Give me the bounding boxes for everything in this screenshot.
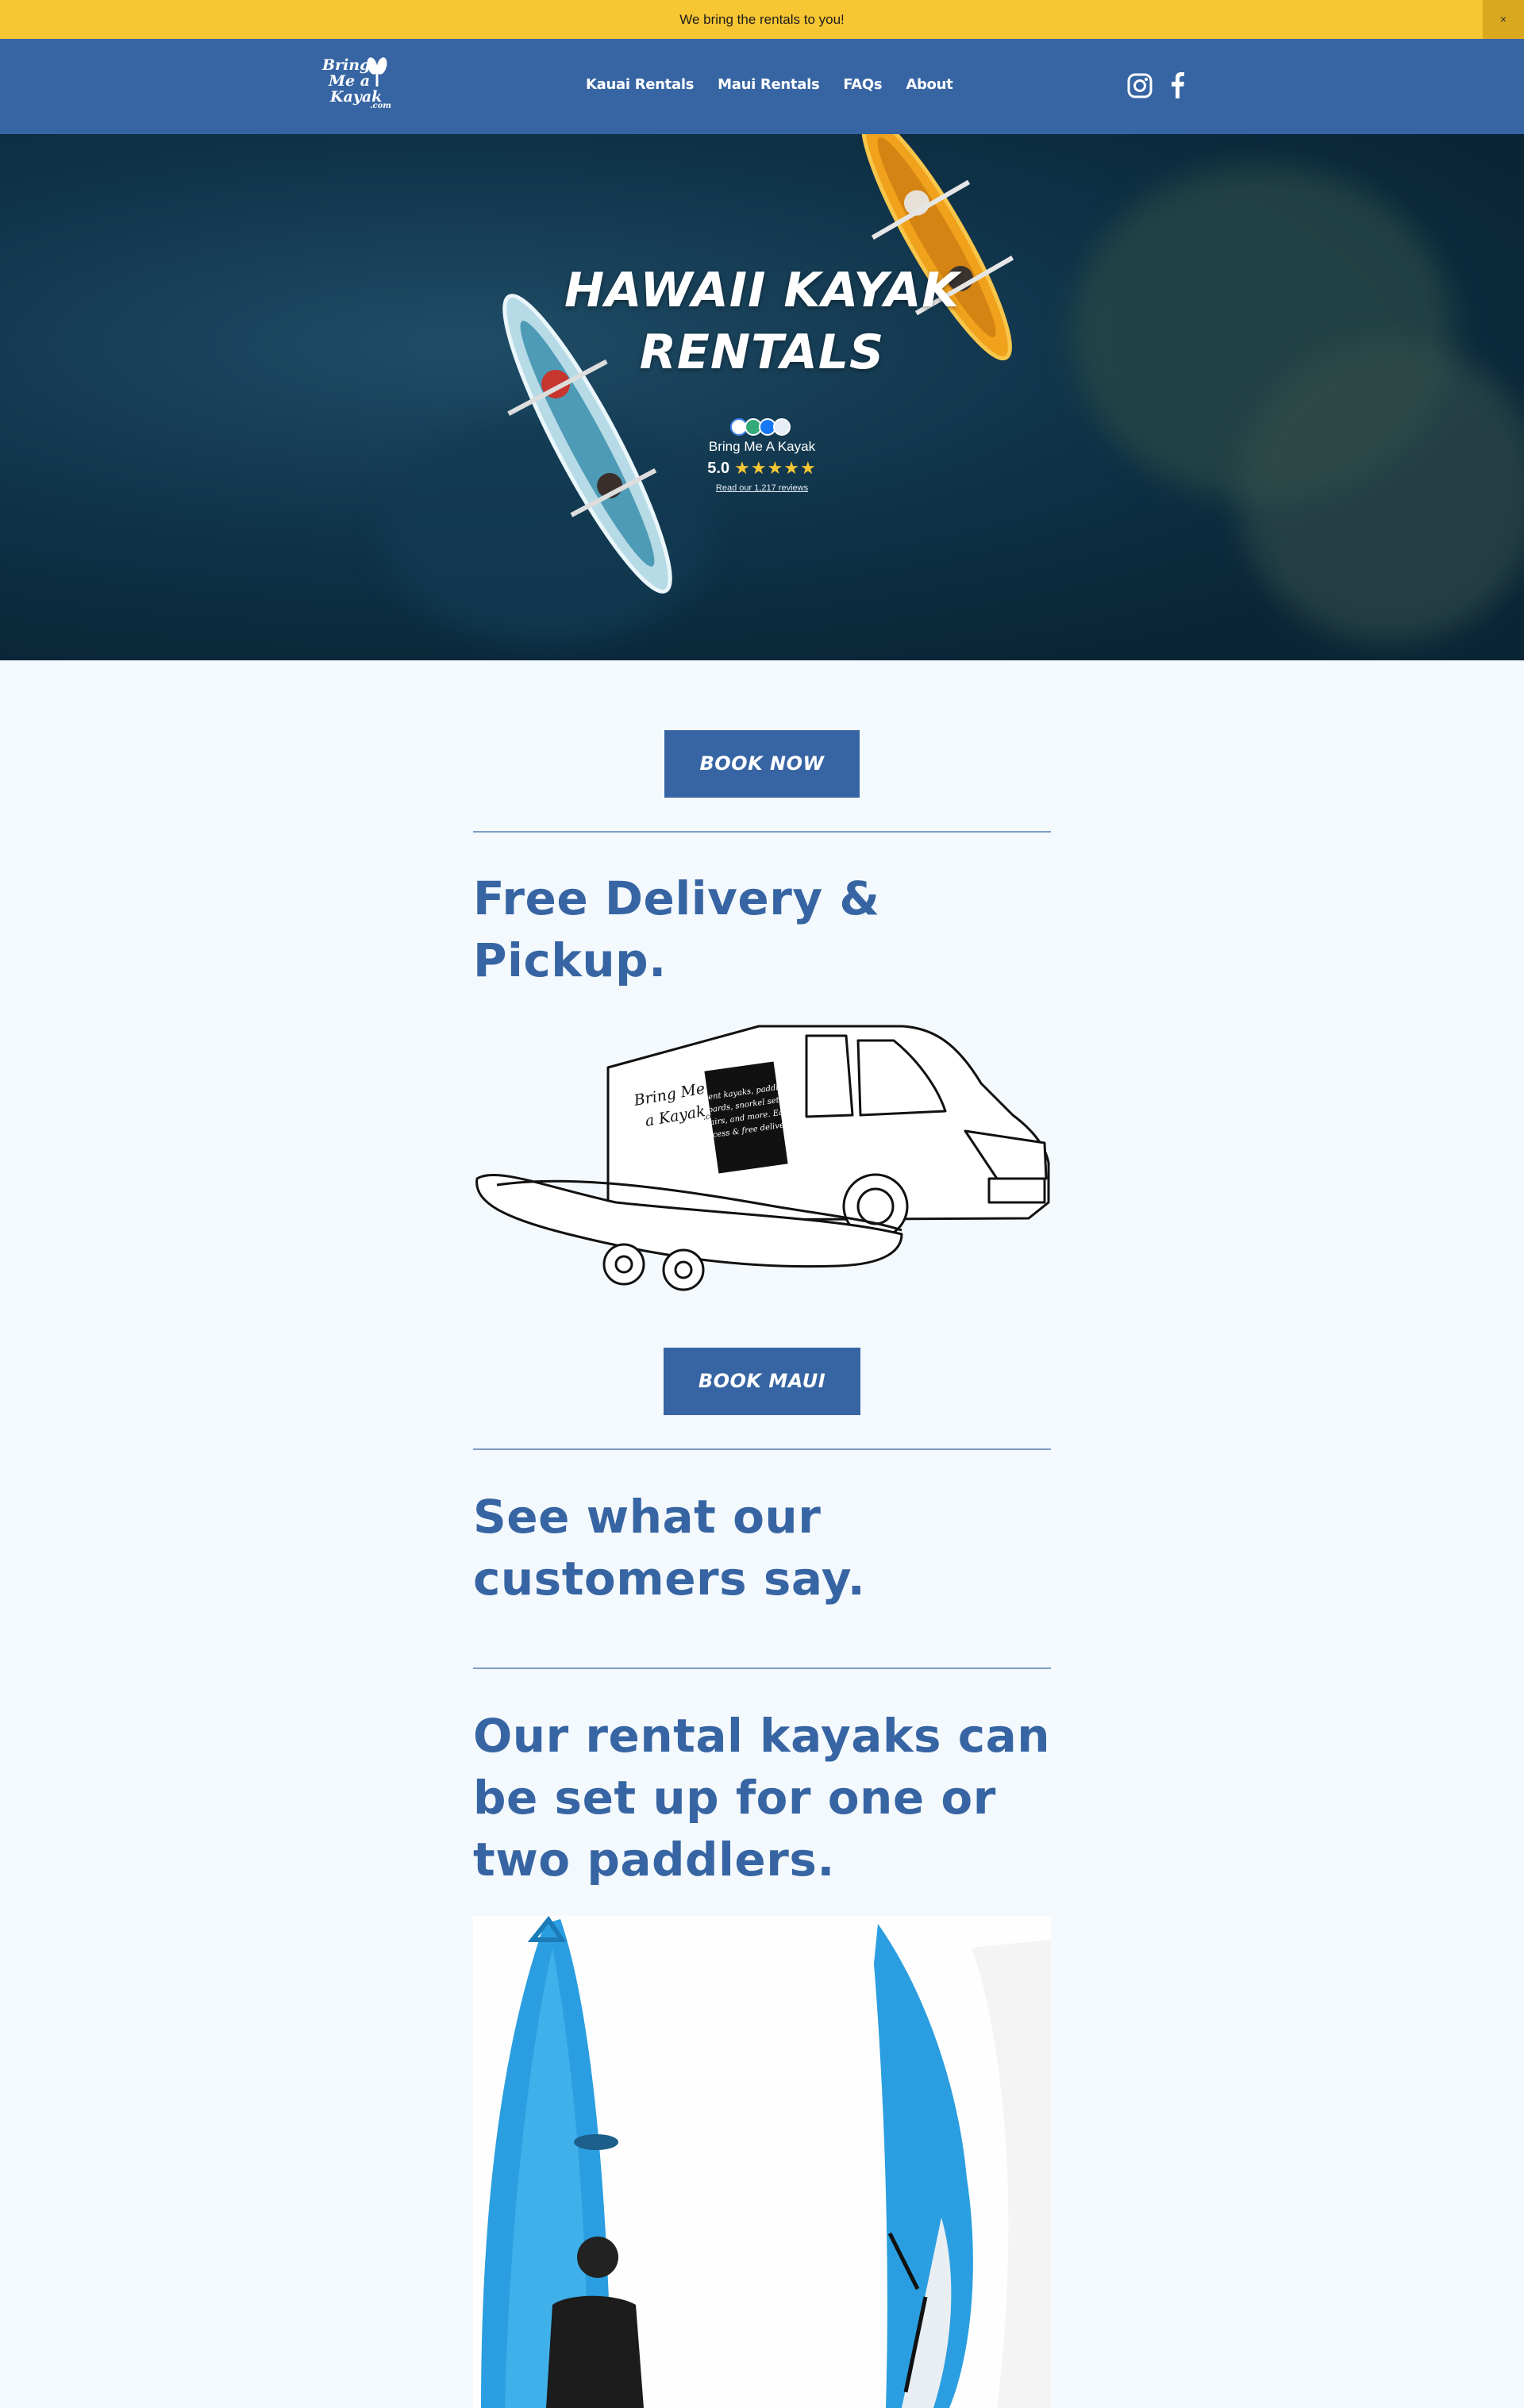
logo-text-line2: Me a [329,72,371,90]
delivery-van-illustration: Rent kayaks, paddle boards, snorkel sets… [475,1025,1050,1291]
site-logo[interactable]: Bring Me a Kayak .com [321,56,400,118]
rental-kayak-image [473,1916,1051,2408]
nav-faqs[interactable]: FAQs [843,76,882,93]
review-business-name: Bring Me A Kayak [708,439,816,454]
hero-title-line1: HAWAII KAYAK [564,263,960,318]
yelp-icon [773,418,791,436]
reef-shape [1238,340,1524,642]
social-links [1127,72,1195,99]
kayak-heading-line1: Our rental kayaks can [473,1709,1051,1763]
review-badge: Bring Me A Kayak 5.0 ★★★★★ Read our 1,21… [691,418,833,498]
announcement-bar: We bring the rentals to you! × [0,0,1524,39]
star-rating-icon: ★★★★★ [734,458,817,478]
delivery-heading-line2: Pickup. [473,933,667,987]
hero-banner: HAWAII KAYAK RENTALS Bring Me A Kayak 5.… [0,134,1524,660]
facebook-icon[interactable] [1170,72,1195,99]
announcement-text: We bring the rentals to you! [679,12,845,27]
reviews-heading-line2: customers say. [473,1552,866,1606]
section-divider [473,1448,1051,1450]
reviews-heading-line1: See what our [473,1490,822,1544]
logo-text-suffix: .com [370,102,391,110]
hero-title-line2: RENTALS [639,325,885,380]
review-score-row: 5.0 ★★★★★ [691,458,833,479]
main-nav: Kauai Rentals Maui Rentals FAQs About [586,76,953,93]
read-reviews-link[interactable]: Read our 1,217 reviews [691,483,833,493]
delivery-heading: Free Delivery & Pickup. [473,867,1060,991]
site-header: Bring Me a Kayak .com Kauai Rentals Maui… [0,39,1524,134]
kayak-heading-line2: be set up for one or [473,1771,996,1825]
instagram-icon[interactable] [1127,72,1153,99]
nav-maui-rentals[interactable]: Maui Rentals [718,76,820,93]
kayak-heading: Our rental kayaks can be set up for one … [473,1705,1060,1891]
book-now-button[interactable]: BOOK NOW [664,730,860,798]
close-announcement-button[interactable]: × [1483,0,1524,39]
hero-title: HAWAII KAYAK RENTALS [0,260,1524,383]
section-divider [473,1668,1051,1669]
logo-text-line1: Bring [322,56,371,74]
section-divider [473,831,1051,833]
delivery-heading-line1: Free Delivery & [473,871,880,925]
reviews-heading: See what our customers say. [473,1486,1060,1610]
kayak-heading-line3: two paddlers. [473,1833,835,1887]
book-maui-button[interactable]: BOOK MAUI [664,1348,860,1415]
nav-kauai-rentals[interactable]: Kauai Rentals [586,76,694,93]
review-source-icons [691,418,833,436]
review-score: 5.0 [707,459,730,477]
nav-about[interactable]: About [906,76,952,93]
